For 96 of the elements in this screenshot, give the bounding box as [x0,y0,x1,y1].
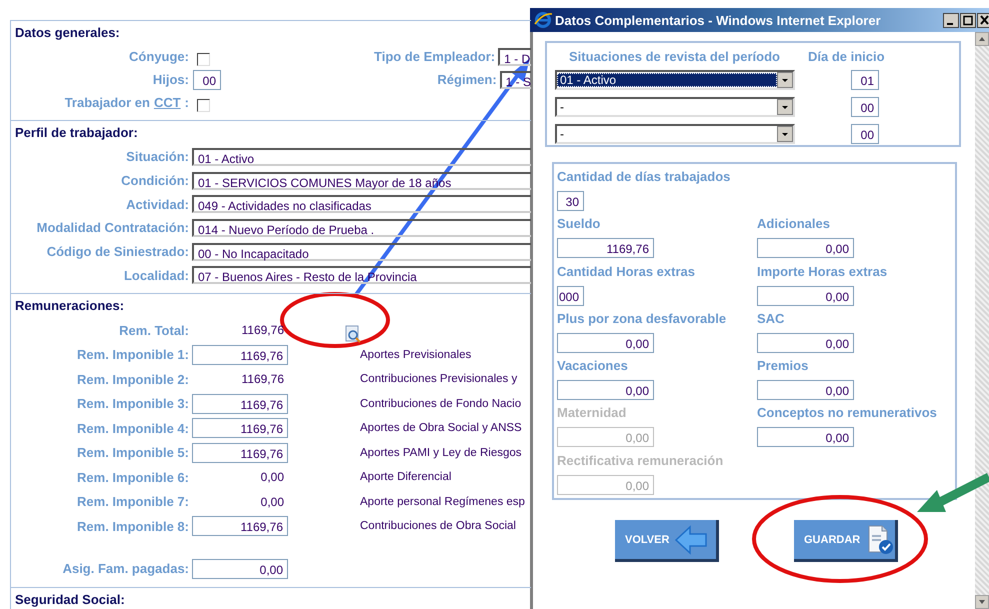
section-heading: Perfil de trabajador: [15,125,139,142]
input-field[interactable]: 1169,76 [192,442,288,463]
field-label: Código de Siniestrado: [46,244,190,260]
input-field[interactable]: 00 [851,96,879,116]
concept-text: Aportes de Obra Social y ANSS [360,422,522,434]
field-label: Rem. Imponible 6: [76,470,190,485]
field-label: Trabajador en [64,95,150,110]
field-label: Premios [757,357,810,376]
input-field[interactable]: 01 [851,70,879,90]
input-field[interactable]: 1169,76 [192,344,288,365]
input-field[interactable]: 0,00 [757,380,854,400]
dropdown[interactable]: - [555,96,795,116]
checkbox[interactable] [197,99,210,112]
section-heading: Seguridad Social: [15,592,126,609]
input-field[interactable]: 00 [193,70,221,90]
input-field: 0,00 [557,474,654,495]
field-label: : [184,95,189,110]
select-field[interactable]: 049 - Actividades no clasificadas [192,195,531,214]
input-field: 0,00 [557,427,654,448]
section-heading: Datos generales: [15,25,121,42]
field-label: Rem. Imponible 2: [76,372,190,387]
field-label: Vacaciones [557,357,629,376]
concept-text: Aportes PAMI y Ley de Riesgos [360,446,522,459]
select-field[interactable]: 014 - Nuevo Período de Prueba . [192,218,531,237]
field-label: Cantidad Horas extras [557,262,696,281]
input-field[interactable]: 0,00 [757,238,854,258]
field-label: Régimen: [436,72,497,87]
minimize-icon [943,12,959,28]
input-field[interactable]: 1169,76 [192,394,288,414]
field-label: Adicionales [757,215,831,234]
field-label: Rem. Imponible 1: [76,347,190,362]
field-label: Rectificativa remuneración [557,452,724,470]
select-field[interactable]: 1 - D [498,48,531,66]
field-label: Situación: [125,149,190,164]
field-label: Conceptos no remunerativos [757,404,938,422]
input-field[interactable]: 0,00 [757,332,854,353]
field-label: SAC [757,310,786,328]
input-field[interactable]: 0,00 [757,427,854,448]
input-field[interactable]: 0,00 [757,286,854,306]
close-icon [977,12,989,28]
concept-text: Aporte personal Regímenes esp [360,496,525,508]
scroll-up-icon [975,32,989,46]
field-label: Rem. Imponible 7: [76,494,190,510]
input-field[interactable]: 1169,76 [192,516,288,536]
input-field[interactable]: 1169,76 [192,418,288,438]
scrollbar[interactable] [975,32,989,609]
field-label: Hijos: [152,72,190,87]
field-label: Rem. Imponible 8: [76,518,190,534]
field-label: Sueldo [557,215,602,234]
value-text: 0,00 [260,494,285,509]
magnifier-icon [344,325,362,344]
input-field[interactable]: 0,00 [557,332,654,353]
field-label: Cantidad de días trabajados [557,168,732,186]
value-text: 1169,76 [240,372,285,386]
field-label: Rem. Imponible 5: [76,445,190,460]
input-field[interactable]: 1169,76 [557,238,654,258]
scroll-down-icon [975,595,989,609]
concept-text: Aportes Previsionales [360,348,472,361]
value-text: 0,00 [260,470,285,484]
concept-text: Contribuciones de Fondo Nacio [360,398,522,410]
dropdown[interactable]: 01 - Activo [555,70,795,90]
field-label: Modalidad Contratación: [36,220,190,236]
field-label: Plus por zona desfavorable [557,310,728,328]
field-label: Localidad: [122,268,190,283]
select-field[interactable]: 01 - Activo [192,148,531,166]
maximize-icon [960,12,976,28]
left-arrow-icon [675,524,708,554]
field-label: Importe Horas extras [757,262,888,281]
concept-text: Aporte Diferencial [360,471,452,484]
input-field[interactable]: 0,00 [192,558,288,579]
window-title: Datos Complementarios - Windows Internet Explorer [555,12,881,28]
field-label: Rem. Imponible 3: [76,396,190,412]
field-label: Actividad: [125,196,190,212]
field-label: Maternidad [557,404,628,422]
section-heading: Remuneraciones: [15,298,126,316]
input-field[interactable]: 000 [557,286,584,306]
field-label: Asig. Fam. pagadas: [62,561,190,576]
dropdown[interactable]: - [555,124,795,144]
field-label: Tipo de Empleador: [374,49,496,64]
field-label: Cónyuge: [128,49,190,64]
input-field[interactable]: 0,00 [557,380,654,400]
checkbox[interactable] [197,53,210,66]
field-label: Rem. Imponible 4: [76,420,190,436]
value-text: 1169,76 [240,323,285,338]
document-check-icon [866,524,894,555]
input-field[interactable]: 30 [557,191,584,211]
column-header: Día de inicio [808,48,885,64]
browser-logo-icon [534,11,552,29]
column-header: Situaciones de revista del período [568,48,781,64]
field-label: Rem. Total: [118,322,190,338]
select-field[interactable]: 00 - No Incapacitado [192,242,531,261]
pointer-arrow [917,473,989,512]
concept-text: Contribuciones Previsionales y [360,373,518,386]
concept-text: Contribuciones de Obra Social [360,520,516,532]
input-field[interactable]: 00 [851,124,879,144]
field-label: Condición: [120,173,190,188]
